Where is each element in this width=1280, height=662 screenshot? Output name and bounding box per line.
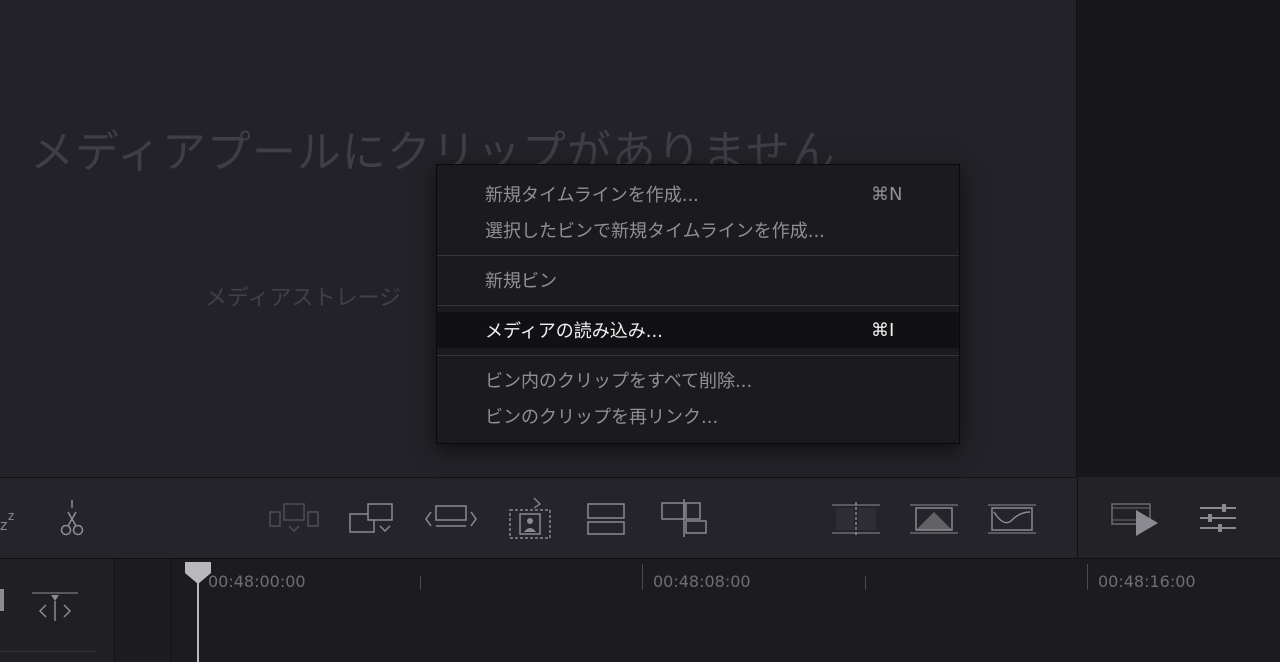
menu-item-relink-bin-clips[interactable]: ビンのクリップを再リンク... <box>437 398 959 434</box>
menu-item-label: 新規タイムラインを作成... <box>485 185 699 206</box>
context-menu: 新規タイムラインを作成... ⌘N 選択したビンで新規タイムラインを作成... … <box>436 164 960 444</box>
menu-item-label: 選択したビンで新規タイムラインを作成... <box>485 221 825 242</box>
ruler-major-tick <box>642 564 643 590</box>
svg-text:z: z <box>8 509 14 523</box>
timecode-label: 00:48:16:00 <box>1098 572 1196 591</box>
place-on-top-icon[interactable] <box>584 498 628 540</box>
playhead-handle[interactable] <box>184 561 212 585</box>
svg-text:z: z <box>0 518 7 534</box>
menu-item-label: ビン内のクリップをすべて削除... <box>485 371 753 392</box>
timeline-fit-icon[interactable] <box>30 589 82 629</box>
scissors-icon[interactable] <box>52 498 92 540</box>
menu-item-label: メディアの読み込み... <box>485 321 663 342</box>
sleep-z-icon[interactable]: z z <box>0 498 24 540</box>
track-lock-icon[interactable] <box>0 589 4 611</box>
menu-item-shortcut: ⌘N <box>871 183 903 205</box>
toolbar-right-section <box>1077 477 1280 558</box>
overwrite-clip-icon[interactable] <box>348 498 398 540</box>
smooth-cut-icon[interactable] <box>986 498 1038 540</box>
cut-transition-icon[interactable] <box>830 498 882 540</box>
menu-item-remove-clips-in-bin[interactable]: ビン内のクリップをすべて削除... <box>437 362 959 398</box>
panel-divider <box>1076 0 1077 557</box>
timecode-label: 00:48:00:00 <box>208 572 306 591</box>
menu-separator <box>437 255 959 256</box>
resolve-edit-page: メディアプールにクリップがありません メディアストレージ z z 00:48:0… <box>0 0 1280 662</box>
timeline-ruler[interactable]: 00:48:00:00 00:48:08:00 00:48:16:00 <box>171 559 1280 593</box>
menu-item-new-timeline[interactable]: 新規タイムラインを作成... ⌘N <box>437 176 959 212</box>
track-header-secondary <box>115 559 171 662</box>
replace-clip-icon[interactable] <box>424 498 480 540</box>
ruler-minor-tick <box>420 576 421 590</box>
track-header <box>0 559 115 662</box>
dissolve-transition-icon[interactable] <box>908 498 960 540</box>
fit-to-fill-icon[interactable] <box>504 497 556 540</box>
menu-item-shortcut: ⌘I <box>871 319 895 341</box>
settings-sliders-icon[interactable] <box>1194 497 1242 539</box>
timecode-label: 00:48:08:00 <box>653 572 751 591</box>
ruler-minor-tick <box>865 576 866 590</box>
playback-film-icon[interactable] <box>1108 497 1166 539</box>
menu-separator <box>437 305 959 306</box>
menu-item-new-timeline-from-bin[interactable]: 選択したビンで新規タイムラインを作成... <box>437 212 959 248</box>
playhead-line[interactable] <box>197 575 199 662</box>
empty-media-pool-subtitle: メディアストレージ <box>205 286 402 311</box>
ruler-major-tick <box>1087 564 1088 590</box>
menu-item-import-media[interactable]: メディアの読み込み... ⌘I <box>437 312 959 348</box>
menu-item-label: ビンのクリップを再リンク... <box>485 407 719 428</box>
track-divider <box>0 651 96 652</box>
menu-separator <box>437 355 959 356</box>
menu-item-new-bin[interactable]: 新規ビン <box>437 262 959 298</box>
insert-clip-icon[interactable] <box>268 498 320 540</box>
viewer-panel <box>1077 0 1280 477</box>
ripple-overwrite-icon[interactable] <box>660 498 710 540</box>
menu-item-label: 新規ビン <box>485 271 557 292</box>
